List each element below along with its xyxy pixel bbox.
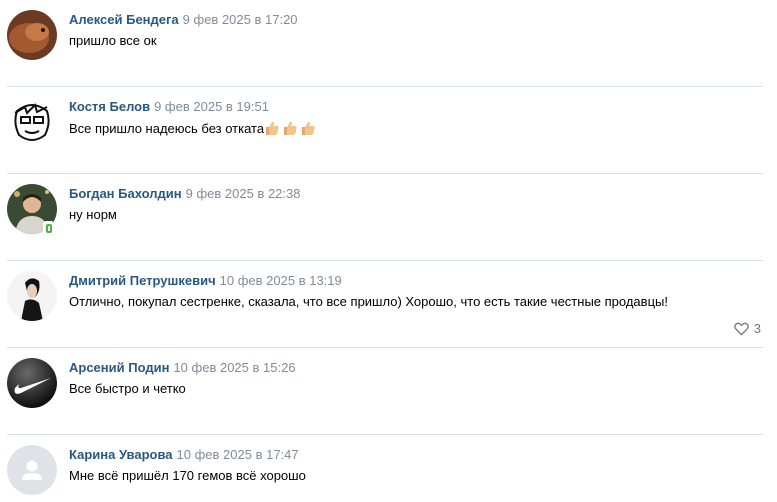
comment-text: Все быстро и четко [69, 381, 186, 396]
comment-header: Костя Белов 9 фев 2025 в 19:51 [69, 99, 269, 115]
comment-item: Костя Белов 9 фев 2025 в 19:51 Все пришло… [0, 87, 777, 174]
comment-text-container: Все пришло надеюсь без отката [69, 120, 318, 137]
author-name[interactable]: Костя Белов [69, 99, 150, 114]
comment-item: Карина Уварова 10 фев 2025 в 17:47 Мне вс… [0, 435, 777, 502]
comment-item: Дмитрий Петрушкевич 10 фев 2025 в 13:19 О… [0, 261, 777, 348]
author-name[interactable]: Богдан Бахолдин [69, 186, 182, 201]
comment-header: Дмитрий Петрушкевич 10 фев 2025 в 13:19 [69, 273, 342, 289]
thumbs-up-icon [302, 121, 315, 135]
heart-icon [733, 322, 749, 335]
drawn-face-icon [7, 97, 57, 147]
comment-item: Алексей Бендега 9 фев 2025 в 17:20 пришло… [0, 0, 777, 87]
user-photo-icon [7, 10, 57, 60]
thumbs-up-icon [284, 121, 297, 135]
comment-text: ну норм [69, 207, 117, 222]
comment-date[interactable]: 9 фев 2025 в 19:51 [154, 99, 269, 114]
user-photo-icon [7, 271, 57, 321]
comment-header: Карина Уварова 10 фев 2025 в 17:47 [69, 447, 299, 463]
likes-count: 3 [753, 321, 761, 336]
comment-date[interactable]: 10 фев 2025 в 13:19 [220, 273, 342, 288]
author-name[interactable]: Карина Уварова [69, 447, 173, 462]
avatar[interactable] [7, 271, 57, 321]
comments-feed: Алексей Бендега 9 фев 2025 в 17:20 пришло… [0, 0, 777, 502]
author-name[interactable]: Арсений Подин [69, 360, 169, 375]
comment-text: пришло все ок [69, 33, 157, 48]
avatar[interactable] [7, 358, 57, 408]
comment-item: Богдан Бахолдин 9 фев 2025 в 22:38 ну нор… [0, 174, 777, 261]
avatar[interactable] [7, 10, 57, 60]
online-mobile-icon [43, 221, 54, 235]
author-name[interactable]: Алексей Бендега [69, 12, 179, 27]
comment-text: Все пришло надеюсь без отката [69, 121, 265, 136]
default-user-icon [7, 445, 57, 495]
comment-date[interactable]: 10 фев 2025 в 17:47 [177, 447, 299, 462]
comment-date[interactable]: 9 фев 2025 в 22:38 [186, 186, 301, 201]
comment-header: Богдан Бахолдин 9 фев 2025 в 22:38 [69, 186, 300, 202]
comment-date[interactable]: 9 фев 2025 в 17:20 [183, 12, 298, 27]
comment-text: Отлично, покупал сестренке, сказала, что… [69, 294, 668, 309]
like-button[interactable]: 3 [733, 321, 761, 336]
avatar[interactable] [7, 97, 57, 147]
comment-item: Арсений Подин 10 фев 2025 в 15:26 Все быс… [0, 348, 777, 435]
swoosh-logo-icon [7, 358, 57, 408]
comment-header: Арсений Подин 10 фев 2025 в 15:26 [69, 360, 296, 376]
thumbs-up-icon [266, 121, 279, 135]
avatar[interactable] [7, 445, 57, 495]
comment-date[interactable]: 10 фев 2025 в 15:26 [173, 360, 295, 375]
author-name[interactable]: Дмитрий Петрушкевич [69, 273, 216, 288]
comment-header: Алексей Бендега 9 фев 2025 в 17:20 [69, 12, 298, 28]
comment-text: Мне всё пришёл 170 гемов всё хорошо [69, 468, 306, 483]
